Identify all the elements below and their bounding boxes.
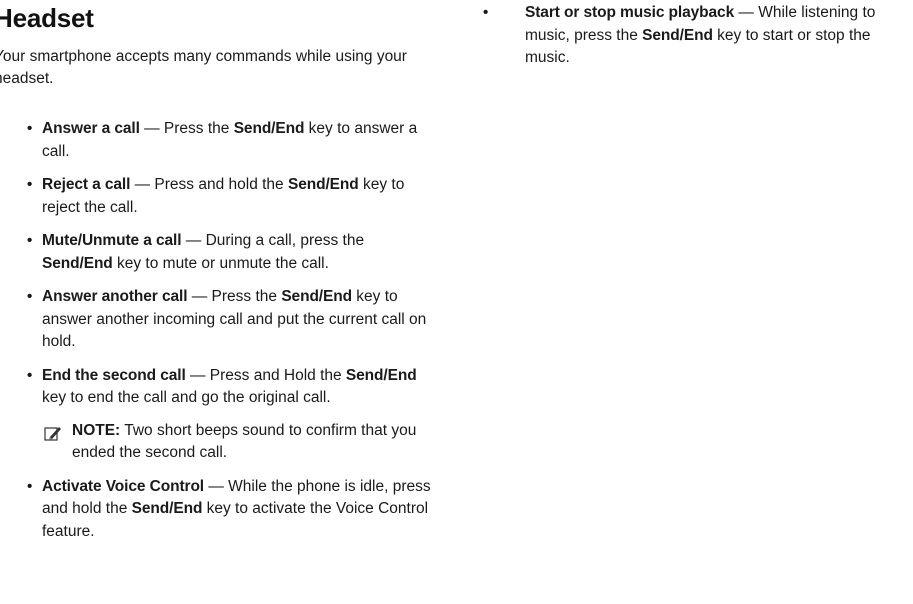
item-key: Send/End: [345, 366, 417, 384]
note-pencil-icon: [44, 426, 61, 441]
item-text: — Press and hold the: [130, 176, 288, 193]
item-text: key to end the call and go the original …: [42, 389, 331, 406]
item-key: Send/End: [42, 254, 113, 272]
document-page: Headset Your smartphone accepts many com…: [0, 0, 913, 604]
item-term: Reject a call: [42, 176, 131, 193]
command-list: • Answer a call — Press the Send/End key…: [0, 118, 434, 554]
list-item-voice-control: • Activate Voice Control — While the pho…: [0, 476, 434, 544]
bullet-icon: •: [483, 4, 489, 21]
item-key: Send/End: [287, 176, 359, 193]
list-item-answer-another: • Answer another call — Press the Send/E…: [0, 286, 434, 354]
list-item-mute-unmute: • Mute/Unmute a call — During a call, pr…: [0, 230, 434, 275]
item-key: Send/End: [281, 288, 352, 305]
bullet-icon: •: [27, 120, 33, 137]
bullet-icon: •: [27, 288, 33, 305]
item-key: Send/End: [233, 120, 305, 137]
note-block: NOTE: Two short beeps sound to confirm t…: [42, 420, 434, 465]
item-term: Mute/Unmute a call: [42, 232, 182, 249]
bullet-icon: •: [27, 477, 33, 495]
item-term: Answer a call: [42, 120, 140, 137]
section-title: Headset: [0, 3, 94, 33]
bullet-icon: •: [27, 366, 33, 384]
item-text: key to mute or unmute the call.: [112, 254, 329, 272]
bullet-icon: •: [27, 176, 33, 193]
command-list-continued: • Start or stop music playback — While l…: [476, 2, 913, 81]
intro-paragraph: Your smartphone accepts many commands wh…: [0, 48, 407, 87]
list-item-end-second: • End the second call — Press and Hold t…: [0, 365, 434, 465]
bullet-icon: •: [27, 232, 33, 249]
list-item-answer-call: • Answer a call — Press the Send/End key…: [0, 118, 434, 163]
item-term: Activate Voice Control: [42, 477, 205, 495]
note-text: Two short beeps sound to confirm that yo…: [72, 421, 417, 462]
item-text: — During a call, press the: [181, 232, 365, 249]
note-label: NOTE:: [72, 421, 121, 439]
item-term: Answer another call: [42, 288, 188, 305]
item-text: — Press and Hold the: [185, 366, 346, 384]
item-term: Start or stop music playback: [525, 4, 735, 21]
item-text: — Press the: [187, 288, 282, 305]
item-key: Send/End: [131, 500, 203, 517]
item-term: End the second call: [42, 366, 186, 384]
item-key: Send/End: [642, 26, 713, 44]
item-text: — Press the: [139, 120, 234, 137]
list-item-reject-call: • Reject a call — Press and hold the Sen…: [0, 174, 434, 219]
list-item-music-playback: • Start or stop music playback — While l…: [476, 2, 913, 70]
